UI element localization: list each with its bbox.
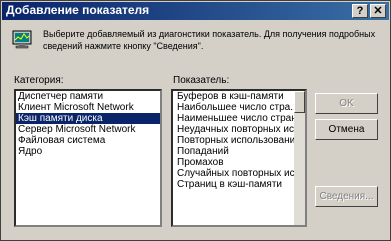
category-item[interactable]: Кэш памяти диска: [16, 113, 160, 124]
close-button[interactable]: ✕: [370, 4, 386, 18]
system-monitor-icon: [12, 30, 32, 49]
category-item[interactable]: Сервер Microsoft Network: [16, 124, 160, 135]
indicator-scrollbar[interactable]: [294, 91, 305, 225]
indicator-item[interactable]: Попаданий: [173, 146, 305, 157]
ok-button[interactable]: OK: [315, 93, 378, 114]
category-item[interactable]: Диспетчер памяти: [16, 91, 160, 102]
category-label: Категория:: [14, 75, 64, 86]
indicator-item[interactable]: Наибольшее число стра...: [173, 102, 305, 113]
indicator-item[interactable]: Неудачных повторных испо...: [173, 124, 305, 135]
category-item[interactable]: Ядро: [16, 146, 160, 157]
indicator-item[interactable]: Страниц в кэш-памяти: [173, 179, 305, 190]
scrollbar-thumb[interactable]: [294, 91, 305, 113]
category-item[interactable]: Файловая система: [16, 135, 160, 146]
add-indicator-dialog: Добавление показателя ? ✕ Выберите добав…: [0, 0, 391, 241]
indicator-listbox[interactable]: Буферов в кэш-памяти Наибольшее число стр…: [171, 89, 307, 227]
indicator-item[interactable]: Повторных использований: [173, 135, 305, 146]
indicator-item[interactable]: Промахов: [173, 157, 305, 168]
info-text: Выберите добавляемый из диагонстики пока…: [43, 29, 376, 51]
category-listbox[interactable]: Диспетчер памяти Клиент Microsoft Network…: [14, 89, 162, 227]
indicator-item[interactable]: Наименьшее число страниц: [173, 113, 305, 124]
category-item[interactable]: Клиент Microsoft Network: [16, 102, 160, 113]
window-title: Добавление показателя: [6, 3, 150, 17]
details-button[interactable]: Сведения...: [315, 186, 378, 207]
cancel-button[interactable]: Отмена: [315, 119, 378, 140]
indicator-item[interactable]: Буферов в кэш-памяти: [173, 91, 305, 102]
indicator-item[interactable]: Случайных повторных испо...: [173, 168, 305, 179]
indicator-items: Буферов в кэш-памяти Наибольшее число стр…: [173, 91, 305, 190]
help-button[interactable]: ?: [352, 4, 368, 18]
indicator-label: Показатель:: [173, 75, 230, 86]
title-bar[interactable]: Добавление показателя ? ✕: [2, 2, 389, 20]
